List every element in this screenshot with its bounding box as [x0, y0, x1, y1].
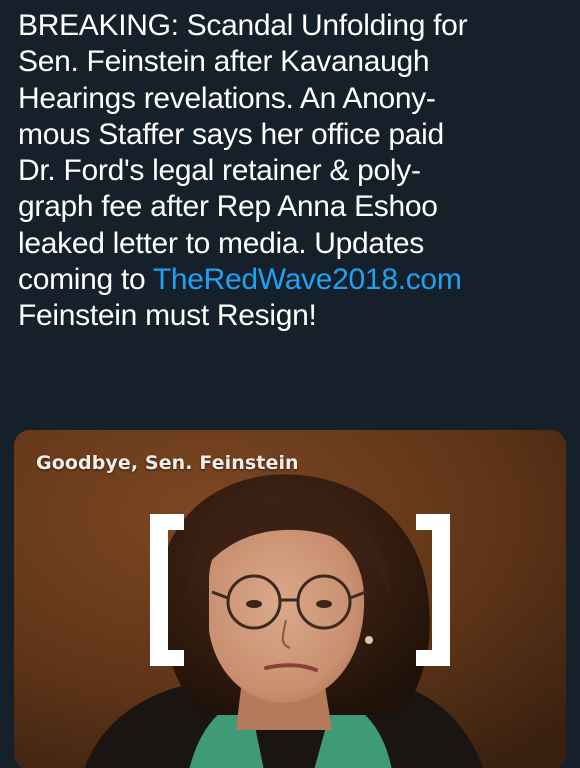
tweet-line: Hearings revelations. An Anony-: [18, 81, 436, 115]
tweet-text: BREAKING: Scandal Unfolding for Sen. Fei…: [18, 8, 568, 335]
tweet-line: graph fee after Rep Anna Eshoo: [18, 190, 438, 224]
image-caption: Goodbye, Sen. Feinstein: [36, 452, 299, 474]
tweet-line: Dr. Ford's legal retainer & poly-: [18, 154, 421, 188]
tweet-line: mous Staffer says her office paid: [18, 117, 444, 151]
website-link[interactable]: TheRedWave2018.com: [153, 263, 462, 296]
tweet-line: leaked letter to media. Updates: [18, 226, 424, 260]
portrait-image: [14, 430, 566, 768]
tweet-line: BREAKING: Scandal Unfolding for: [18, 9, 468, 42]
tweet-line-with-link: coming to TheRedWave2018.com: [18, 262, 568, 298]
tweet-line: Sen. Feinstein after Kavanaugh: [18, 45, 430, 79]
tweet-line: Feinstein must Resign!: [18, 299, 317, 333]
tweet-line-prefix: coming to: [18, 263, 153, 297]
tweet-media-image[interactable]: Goodbye, Sen. Feinstein: [14, 430, 566, 768]
